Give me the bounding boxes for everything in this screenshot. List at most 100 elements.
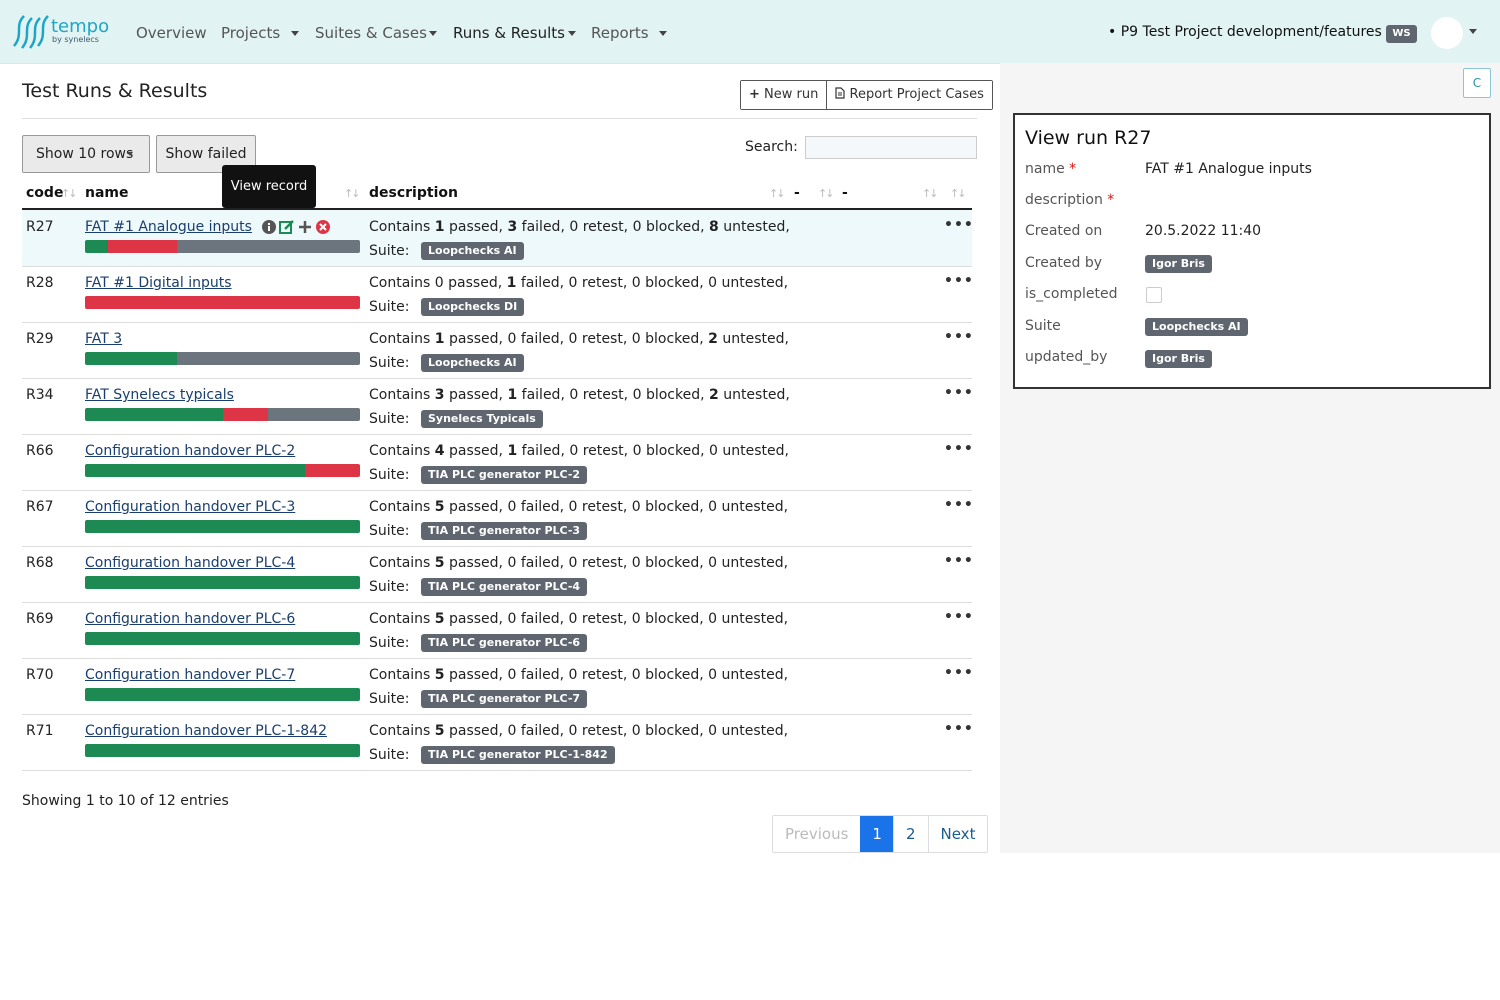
entries-info: Showing 1 to 10 of 12 entries (22, 793, 229, 809)
nav-runs-results[interactable]: Runs & Results (453, 24, 565, 42)
header-dash-1[interactable]: - (794, 185, 800, 201)
info-icon[interactable] (261, 219, 277, 235)
toolbar-button-group: + New run Report Project Cases (740, 80, 993, 110)
suite-label: Suite: (369, 411, 410, 427)
nav-suites-cases[interactable]: Suites & Cases (315, 24, 427, 42)
row-action-icons (261, 219, 331, 235)
is-completed-checkbox[interactable] (1146, 287, 1162, 303)
passed-segment (85, 352, 177, 365)
pagination: Previous 1 2 Next (772, 815, 989, 853)
failed-segment (85, 296, 360, 309)
more-actions-icon[interactable]: ••• (944, 721, 974, 737)
reports-chevron-down-icon[interactable] (659, 31, 667, 36)
failed-segment (222, 408, 269, 421)
passed-segment (85, 576, 360, 589)
projects-chevron-down-icon[interactable] (291, 31, 299, 36)
sort-icon[interactable]: ↑↓ (61, 187, 78, 200)
run-name-link[interactable]: Configuration handover PLC-4 (85, 555, 295, 571)
collapse-panel-button[interactable]: C (1463, 68, 1491, 98)
suite-badge: TIA PLC generator PLC-3 (421, 522, 588, 540)
new-run-button[interactable]: + New run (741, 81, 827, 109)
header-code[interactable]: code (26, 185, 63, 201)
more-actions-icon[interactable]: ••• (944, 273, 974, 289)
sort-icon[interactable]: ↑↓ (818, 187, 835, 200)
suite-label: Suite: (369, 299, 410, 315)
suite-badge: TIA PLC generator PLC-1-842 (421, 746, 615, 764)
sort-icon[interactable]: ↑↓ (344, 187, 361, 200)
page-1-button[interactable]: 1 (860, 816, 893, 852)
search-input[interactable] (805, 136, 977, 159)
sort-icon[interactable]: ↑↓ (769, 187, 786, 200)
table-row: R27 FAT #1 Analogue inputs Contains 1 pa… (22, 210, 974, 267)
show-rows-label: Show 10 rows (36, 146, 134, 162)
header-description[interactable]: description (369, 185, 458, 201)
progress-bar (85, 240, 360, 253)
run-code: R66 (26, 443, 54, 459)
table-row: R28 FAT #1 Digital inputs Contains 0 pas… (22, 266, 974, 323)
run-name-link[interactable]: FAT 3 (85, 331, 122, 347)
run-description: Contains 5 passed, 0 failed, 0 retest, 0… (369, 723, 789, 739)
progress-bar (85, 632, 360, 645)
more-actions-icon[interactable]: ••• (944, 553, 974, 569)
page-2-button[interactable]: 2 (892, 816, 928, 852)
run-name-link[interactable]: Configuration handover PLC-7 (85, 667, 295, 683)
progress-bar (85, 576, 360, 589)
passed-segment (85, 408, 223, 421)
runs-chevron-down-icon[interactable] (568, 31, 576, 36)
more-actions-icon[interactable]: ••• (944, 497, 974, 513)
avatar[interactable] (1431, 17, 1463, 49)
run-code: R28 (26, 275, 54, 291)
table-row: R70 Configuration handover PLC-7 Contain… (22, 658, 974, 715)
project-link[interactable]: P9 Test Project development/features (1121, 24, 1382, 40)
next-page-button[interactable]: Next (927, 816, 988, 852)
run-code: R69 (26, 611, 54, 627)
run-description: Contains 5 passed, 0 failed, 0 retest, 0… (369, 499, 789, 515)
progress-bar (85, 688, 360, 701)
run-name-link[interactable]: Configuration handover PLC-6 (85, 611, 295, 627)
nav-overview[interactable]: Overview (136, 24, 207, 42)
previous-page-button[interactable]: Previous (773, 816, 860, 852)
sort-icon[interactable]: ↑↓ (950, 187, 967, 200)
run-code: R29 (26, 331, 54, 347)
show-rows-dropdown[interactable]: Show 10 rows (22, 135, 150, 173)
nav-projects[interactable]: Projects (221, 24, 280, 42)
project-selector[interactable]: • P9 Test Project development/features • (1108, 24, 1395, 40)
more-actions-icon[interactable]: ••• (944, 665, 974, 681)
created-by-label: Created by (1025, 255, 1103, 271)
suite-badge: Loopchecks DI (421, 298, 525, 316)
sort-icon[interactable]: ↑↓ (922, 187, 939, 200)
logo-text[interactable]: tempo (51, 18, 109, 36)
table-row: R29 FAT 3 Contains 1 passed, 0 failed, 0… (22, 322, 974, 379)
header-dash-2[interactable]: - (842, 185, 848, 201)
more-actions-icon[interactable]: ••• (944, 385, 974, 401)
run-name-link[interactable]: FAT Synelecs typicals (85, 387, 234, 403)
add-icon[interactable] (297, 219, 313, 235)
header-name[interactable]: name (85, 185, 129, 201)
search-label: Search: (745, 139, 798, 155)
page-title: Test Runs & Results (22, 80, 208, 102)
run-name-link[interactable]: Configuration handover PLC-3 (85, 499, 295, 515)
run-name-link[interactable]: FAT #1 Digital inputs (85, 275, 232, 291)
suite-label: Suite (1025, 318, 1061, 334)
run-name-link[interactable]: Configuration handover PLC-2 (85, 443, 295, 459)
more-actions-icon[interactable]: ••• (944, 217, 974, 233)
delete-icon[interactable] (315, 219, 331, 235)
chevron-down-icon (127, 152, 133, 156)
top-navbar: tempo by synelecs Overview Projects Suit… (0, 0, 1500, 64)
created-on-label: Created on (1025, 223, 1103, 239)
suites-chevron-down-icon[interactable] (429, 31, 437, 36)
run-name-link[interactable]: Configuration handover PLC-1-842 (85, 723, 327, 739)
more-actions-icon[interactable]: ••• (944, 609, 974, 625)
suite-label: Suite: (369, 579, 410, 595)
more-actions-icon[interactable]: ••• (944, 329, 974, 345)
user-menu-chevron-down-icon[interactable] (1469, 29, 1477, 34)
more-actions-icon[interactable]: ••• (944, 441, 974, 457)
progress-bar (85, 744, 360, 757)
document-icon (835, 87, 845, 99)
nav-reports[interactable]: Reports (591, 24, 649, 42)
is-completed-label: is_completed (1025, 286, 1118, 302)
report-project-cases-button[interactable]: Report Project Cases (826, 81, 992, 109)
run-name-link[interactable]: FAT #1 Analogue inputs (85, 219, 252, 235)
suite-label: Suite: (369, 243, 410, 259)
edit-icon[interactable] (279, 219, 295, 235)
